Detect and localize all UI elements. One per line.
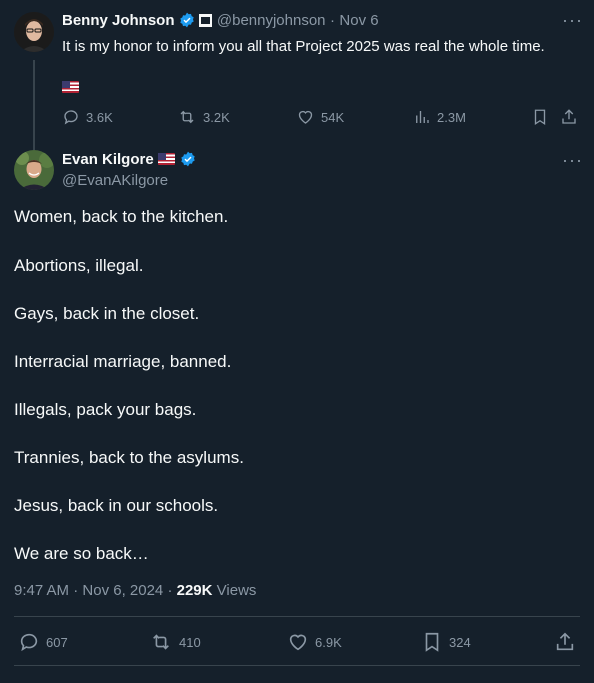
affiliation-badge-icon [199,14,213,27]
like-icon [289,634,307,651]
like-count: 6.9K [315,634,342,650]
tweet-line: Jesus, back in our schools. [14,496,219,515]
tweet-header: Evan Kilgore [62,151,196,172]
repost-button[interactable]: 3.2K [177,108,230,126]
views-button[interactable]: 2.3M [413,108,466,126]
divider [14,665,580,666]
divider [14,616,580,617]
reply-icon [64,110,78,125]
bookmark-icon [425,632,439,652]
tweet-line: Women, back to the kitchen. [14,207,229,226]
reply-icon [20,633,38,652]
reply-count: 3.6K [86,109,113,125]
author-name[interactable]: Evan Kilgore [62,151,154,168]
views-count: 229K [176,582,213,599]
separator-dot: · [167,582,173,599]
like-button[interactable]: 54K [296,108,344,126]
author-handle[interactable]: @bennyjohnson [217,12,326,29]
repost-count: 410 [179,634,201,650]
tweet-line: Gays, back in the closet. [14,304,200,323]
tweet-meta: 9:47 AM · Nov 6, 2024 · 229K Views [14,582,256,599]
parent-actions: 3.6K 3.2K 54K 2.3M [62,108,582,128]
separator-dot: · [73,582,79,599]
views-label: Views [216,582,257,599]
post-time[interactable]: 9:47 AM [14,582,69,599]
parent-header: Benny Johnson @bennyjohnson · Nov 6 [62,12,379,33]
share-button[interactable] [554,631,576,653]
reply-button[interactable]: 607 [18,631,68,653]
more-icon[interactable]: ··· [562,10,583,31]
tweet-line: We are so back… [14,544,149,563]
reply-count: 607 [46,634,68,650]
avatar-benny-johnson[interactable] [14,12,54,52]
author-handle[interactable]: @EvanAKilgore [62,172,168,189]
like-count: 54K [321,109,345,125]
views-icon [416,111,429,123]
repost-icon [153,634,169,650]
verified-icon [179,12,195,33]
thread-connector-line [33,60,35,150]
tweet-line: Interracial marriage, banned. [14,352,232,371]
share-icon [556,632,574,651]
verified-icon [180,151,196,172]
bookmark-count: 324 [449,634,471,650]
parent-text: It is my honor to inform you all that Pr… [62,38,545,55]
flag-emoji [158,153,176,165]
repost-button[interactable]: 410 [149,631,201,653]
repost-count: 3.2K [203,109,230,125]
reply-button[interactable]: 3.6K [62,108,113,126]
avatar-evan-kilgore[interactable] [14,150,54,190]
like-icon [298,110,313,124]
bookmark-button[interactable]: 324 [421,631,471,653]
bookmark-icon [534,109,546,126]
bookmark-button[interactable] [531,108,549,126]
more-icon[interactable]: ··· [562,150,583,171]
post-date[interactable]: Nov 6, 2024 [82,582,163,599]
separator-dot: · [329,12,335,29]
tweet-actions: 607 410 6.9K 324 [18,631,578,653]
post-date[interactable]: Nov 6 [339,12,378,29]
tweet-line: Trannies, back to the asylums. [14,448,244,467]
tweet-line: Abortions, illegal. [14,256,144,275]
share-button[interactable] [560,108,578,126]
like-button[interactable]: 6.9K [287,631,342,653]
flag-emoji [62,79,79,97]
views-count: 2.3M [437,109,466,125]
author-name[interactable]: Benny Johnson [62,12,175,29]
tweet-line: Illegals, pack your bags. [14,400,197,419]
repost-icon [180,110,194,124]
share-icon [562,109,576,124]
